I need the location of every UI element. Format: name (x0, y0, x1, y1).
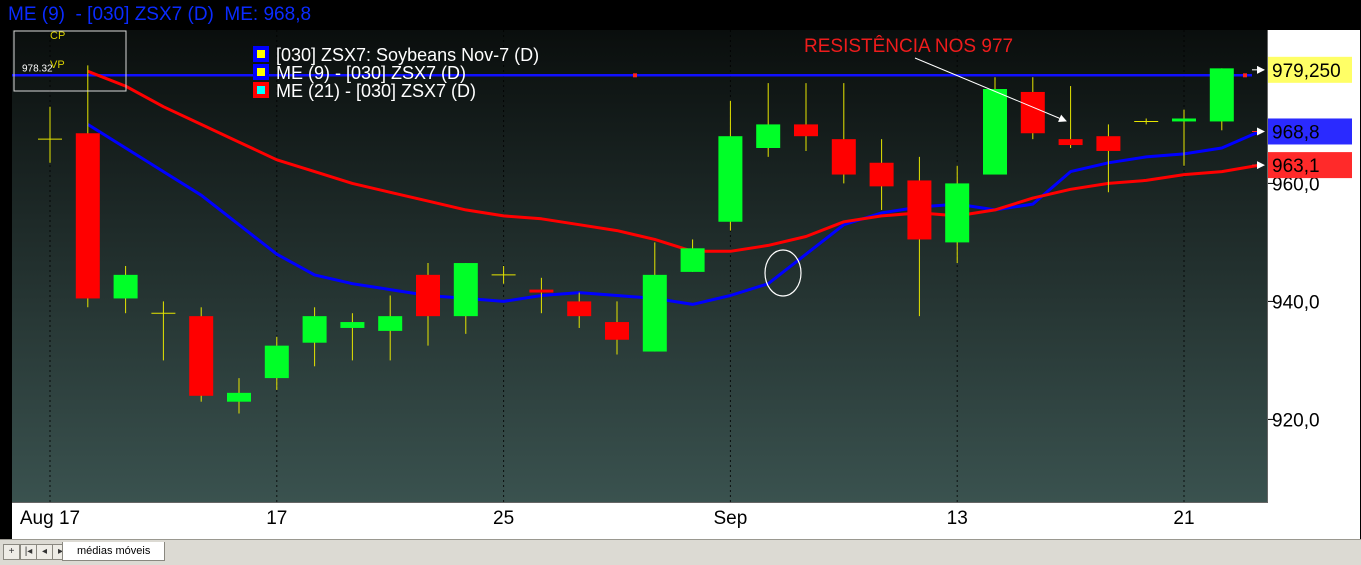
resistance-value-label: 978.32 (22, 63, 53, 74)
candle-body (869, 162, 894, 187)
cp-label: CP (50, 30, 65, 42)
legend-label: ME (21) - [030] ZSX7 (D) (276, 81, 476, 101)
candle-body (945, 183, 970, 243)
candle-body (1058, 139, 1083, 146)
x-tick-label: 21 (1173, 508, 1194, 529)
candle-body (113, 274, 138, 299)
candle-body (1209, 68, 1234, 122)
price-tag-label: 963,1 (1272, 156, 1320, 177)
legend-label: ME (9) - [030] ZSX7 (D) (276, 63, 466, 83)
legend-label: [030] ZSX7: Soybeans Nov-7 (D) (276, 45, 539, 65)
chart-canvas: 978.32 920,0940,0960,0Aug 17 17 25 Sep 13 21 … (0, 0, 1361, 539)
add-sheet-button[interactable]: + (3, 544, 20, 560)
candle-body (378, 316, 403, 331)
candle-body (831, 139, 856, 175)
candle-body (1172, 118, 1196, 122)
y-tick-label: 940,0 (1272, 292, 1320, 313)
candle-body (302, 316, 327, 343)
candle-body (605, 322, 629, 340)
candle-body (189, 316, 214, 396)
price-tag-label: 979,250 (1272, 61, 1341, 82)
first-sheet-button[interactable]: |◂ (20, 544, 37, 560)
resistance-anchor (1243, 73, 1247, 78)
price-tag-label: 968,8 (1272, 122, 1320, 143)
x-tick-label: Sep (713, 508, 747, 529)
x-tick-label: 25 (493, 508, 514, 529)
legend-swatch (257, 86, 265, 94)
candle-body (794, 124, 818, 137)
x-tick-label: Aug 17 (20, 508, 80, 529)
legend-swatch (257, 68, 265, 76)
annotation-text: RESISTÊNCIA NOS 977 (804, 35, 1013, 57)
chart-title-bar: ME (9) - [030] ZSX7 (D) ME: 968,8 (0, 0, 1361, 30)
candle-body (567, 301, 592, 317)
candle-body (416, 274, 440, 317)
candle-body (264, 345, 289, 379)
candle-body (75, 133, 100, 299)
candle (1209, 68, 1234, 131)
y-tick-label: 920,0 (1272, 410, 1320, 431)
x-tick-label: 13 (947, 508, 968, 529)
tab-medias-moveis[interactable]: médias móveis (62, 542, 166, 561)
candle-body (1096, 136, 1121, 151)
candle-body (227, 392, 251, 402)
x-tick-label: 17 (266, 508, 287, 529)
candle-body (718, 136, 743, 222)
prev-sheet-button[interactable]: ◂ (36, 544, 53, 560)
candle-body (453, 263, 478, 317)
candle-body (529, 289, 554, 293)
candle-body (1020, 91, 1045, 134)
sheet-tab-bar: + |◂ ◂ ▸ médias móveis (0, 539, 1361, 565)
candle (189, 307, 214, 402)
resistance-anchor (633, 73, 637, 78)
candle-body (907, 180, 932, 240)
candle-body (680, 248, 705, 272)
candle-body (983, 89, 1007, 175)
candle-body (756, 124, 781, 148)
legend-swatch (257, 50, 265, 58)
candle-body (642, 274, 667, 352)
time-axis-area (12, 502, 1360, 539)
candle-body (340, 322, 365, 328)
plot-area (12, 30, 1267, 502)
vp-label: VP (50, 59, 65, 71)
